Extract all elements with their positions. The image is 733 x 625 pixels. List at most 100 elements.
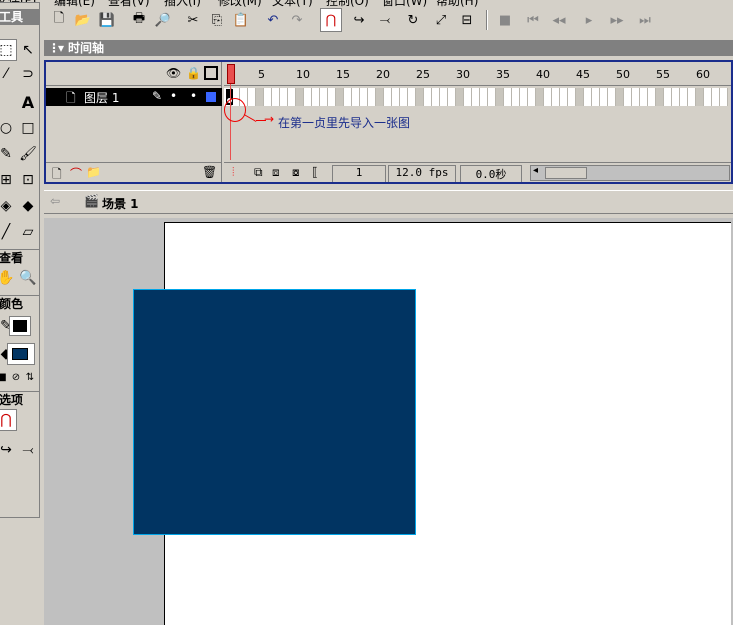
straighten-option[interactable]: ⤙ bbox=[17, 439, 39, 461]
frame-cell[interactable] bbox=[352, 88, 360, 106]
frame-cell[interactable] bbox=[632, 88, 640, 106]
smooth-button[interactable]: ↪ bbox=[348, 8, 370, 32]
center-frame-icon[interactable]: ⦙ bbox=[232, 165, 235, 180]
play-button[interactable]: ▸ bbox=[578, 8, 600, 32]
save-button[interactable]: 💾 bbox=[96, 8, 118, 32]
scroll-left-icon[interactable]: ◂ bbox=[533, 165, 538, 176]
onion-skin-icon[interactable]: ⧉ bbox=[254, 165, 263, 180]
eye-icon[interactable]: 👁 bbox=[166, 66, 181, 80]
playhead[interactable] bbox=[227, 64, 235, 84]
text-tool[interactable]: A bbox=[17, 91, 39, 113]
frame-cell[interactable] bbox=[320, 88, 328, 106]
frame-cell[interactable] bbox=[416, 88, 424, 106]
frame-cell[interactable] bbox=[592, 88, 600, 106]
lock-dot[interactable]: • bbox=[190, 89, 197, 103]
frame-cell[interactable] bbox=[536, 88, 544, 106]
frame-cell[interactable] bbox=[392, 88, 400, 106]
eraser-tool[interactable]: ▱ bbox=[17, 221, 39, 243]
snap-button[interactable]: ⋂ bbox=[320, 8, 342, 32]
scale-button[interactable]: ⤢ bbox=[430, 8, 452, 32]
frame-cell[interactable] bbox=[256, 88, 264, 106]
scene-name[interactable]: 场景 1 bbox=[102, 195, 139, 212]
frame-cell[interactable] bbox=[448, 88, 456, 106]
frame-cell[interactable] bbox=[336, 88, 344, 106]
frame-cell[interactable] bbox=[552, 88, 560, 106]
ink-bottle-tool[interactable]: ◈ bbox=[0, 195, 17, 217]
frame-cell[interactable] bbox=[608, 88, 616, 106]
straighten-button[interactable]: ⤙ bbox=[374, 8, 396, 32]
frame-cell[interactable] bbox=[344, 88, 352, 106]
frame-cell[interactable] bbox=[360, 88, 368, 106]
frame-cell[interactable] bbox=[560, 88, 568, 106]
frame-cell[interactable] bbox=[280, 88, 288, 106]
frame-cell[interactable] bbox=[656, 88, 664, 106]
fill-transform-tool[interactable]: ⊡ bbox=[17, 169, 39, 191]
frame-cell[interactable] bbox=[576, 88, 584, 106]
paste-button[interactable]: 📋 bbox=[230, 8, 252, 32]
step-back-button[interactable]: ◂◂ bbox=[548, 8, 570, 32]
frame-cell[interactable] bbox=[712, 88, 720, 106]
frame-cell[interactable] bbox=[488, 88, 496, 106]
print-preview-button[interactable]: 🔎 bbox=[152, 8, 174, 32]
arrow-tool[interactable]: ↖ bbox=[17, 39, 39, 61]
frame-cell[interactable] bbox=[688, 88, 696, 106]
cut-button[interactable]: ✂ bbox=[182, 8, 204, 32]
frame-cell[interactable] bbox=[624, 88, 632, 106]
frame-cell[interactable] bbox=[384, 88, 392, 106]
frame-cell[interactable] bbox=[288, 88, 296, 106]
rotate-button[interactable]: ↻ bbox=[402, 8, 424, 32]
transform-tool[interactable]: ⊞ bbox=[0, 169, 17, 191]
no-color-button[interactable]: ⊘ bbox=[9, 369, 23, 385]
default-colors-button[interactable]: ■ bbox=[0, 369, 9, 385]
frame-cell[interactable] bbox=[496, 88, 504, 106]
frame-cell[interactable] bbox=[328, 88, 336, 106]
blue-rectangle-shape[interactable] bbox=[133, 289, 416, 535]
hand-tool[interactable]: ✋ bbox=[0, 267, 17, 289]
back-arrow-icon[interactable]: ⇦ bbox=[50, 194, 60, 208]
scrollbar-thumb[interactable] bbox=[545, 167, 587, 179]
onion-outline-icon[interactable]: ⧈ bbox=[272, 165, 280, 180]
zoom-tool[interactable]: 🔍 bbox=[17, 267, 39, 289]
frame-cell[interactable] bbox=[664, 88, 672, 106]
frame-cell[interactable] bbox=[544, 88, 552, 106]
collapse-arrow-icon[interactable]: ▾ bbox=[58, 40, 64, 56]
smooth-option[interactable]: ↪ bbox=[0, 439, 17, 461]
frame-cell[interactable] bbox=[312, 88, 320, 106]
frame-cell[interactable] bbox=[648, 88, 656, 106]
outline-icon[interactable] bbox=[204, 66, 218, 80]
rewind-button[interactable]: ⏮ bbox=[522, 8, 544, 32]
horizontal-scrollbar[interactable]: ◂ bbox=[530, 165, 730, 181]
frame-cell[interactable] bbox=[520, 88, 528, 106]
frame-cell[interactable] bbox=[568, 88, 576, 106]
oval-tool[interactable]: ○ bbox=[0, 117, 17, 139]
frame-cell[interactable] bbox=[512, 88, 520, 106]
redo-button[interactable]: ↷ bbox=[286, 8, 308, 32]
frame-cell[interactable] bbox=[528, 88, 536, 106]
frame-cell[interactable] bbox=[640, 88, 648, 106]
frame-cell[interactable] bbox=[376, 88, 384, 106]
new-button[interactable]: 🗋 bbox=[48, 8, 70, 32]
frame-cell[interactable] bbox=[456, 88, 464, 106]
stop-button[interactable]: ■ bbox=[494, 8, 516, 32]
frame-cell[interactable] bbox=[720, 88, 728, 106]
frame-cell[interactable] bbox=[248, 88, 256, 106]
frame-cell[interactable] bbox=[432, 88, 440, 106]
paint-bucket-tool[interactable]: ◆ bbox=[17, 195, 39, 217]
add-guide-layer-icon[interactable]: ⌒ bbox=[70, 165, 82, 182]
frame-cell[interactable] bbox=[296, 88, 304, 106]
stroke-color-swatch[interactable] bbox=[9, 316, 31, 336]
align-button[interactable]: ⊟ bbox=[456, 8, 478, 32]
frame-cell[interactable] bbox=[400, 88, 408, 106]
print-button[interactable]: 🖶 bbox=[128, 8, 150, 32]
snap-option[interactable]: ⋂ bbox=[0, 409, 17, 431]
step-forward-button[interactable]: ▸▸ bbox=[606, 8, 628, 32]
frame-cell[interactable] bbox=[264, 88, 272, 106]
frame-cell[interactable] bbox=[672, 88, 680, 106]
frame-cell[interactable] bbox=[504, 88, 512, 106]
frame-cell[interactable] bbox=[304, 88, 312, 106]
frame-cell[interactable] bbox=[464, 88, 472, 106]
frame-cell[interactable] bbox=[696, 88, 704, 106]
lasso-tool[interactable]: ⊃ bbox=[17, 63, 39, 85]
lock-icon[interactable]: 🔒 bbox=[186, 66, 201, 80]
frame-cell[interactable] bbox=[272, 88, 280, 106]
